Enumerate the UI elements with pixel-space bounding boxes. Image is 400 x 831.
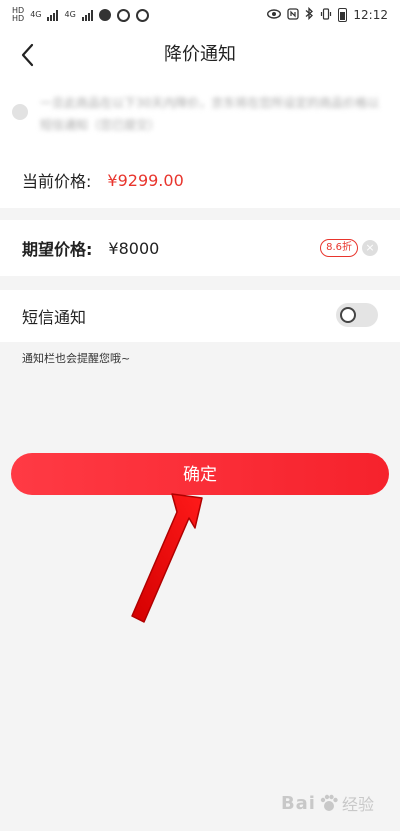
annotation-arrow-icon [131, 493, 203, 623]
clear-icon[interactable]: × [362, 240, 378, 256]
nfc-icon [287, 7, 300, 23]
app-notification-icon-3 [135, 8, 149, 22]
status-right: 12:12 [267, 6, 388, 23]
app-notification-icon-2 [116, 8, 130, 22]
paw-icon [320, 794, 338, 811]
info-icon [12, 104, 28, 120]
current-price-value: ¥9299.00 [107, 170, 184, 190]
watermark-brand: Bai [280, 792, 316, 814]
sms-notification-row: 短信通知 [0, 290, 400, 342]
network-label-1: 4G [30, 10, 42, 19]
confirm-button[interactable]: 确定 [11, 453, 389, 495]
watermark-suffix: 经验 [341, 795, 374, 814]
back-button[interactable] [14, 38, 48, 72]
vibrate-icon [320, 7, 332, 23]
notice-banner: 一旦此商品在以下30天内降价，京东将在您所设定的商品价格以短信通知（您已提交） [0, 80, 400, 152]
signal-icon-1 [47, 9, 59, 21]
sms-notification-label: 短信通知 [22, 308, 87, 327]
watermark: Bai 经验 [281, 791, 374, 815]
expected-price-row: 期望价格: ¥8000 8.6折 × [0, 220, 400, 276]
bluetooth-icon [305, 6, 314, 23]
current-price-row: 当前价格: ¥9299.00 [0, 152, 400, 208]
signal-icon-2 [81, 9, 93, 21]
sms-toggle[interactable] [336, 303, 378, 327]
app-notification-icon [98, 9, 111, 21]
network-label-2: 4G [64, 10, 76, 19]
status-bar: HD HD 4G 4G 12:12 [0, 0, 400, 30]
battery-icon [338, 8, 348, 22]
status-time: 12:12 [353, 8, 388, 22]
nav-bar: 降价通知 [0, 30, 400, 80]
current-price-label: 当前价格: [22, 172, 92, 191]
toggle-knob [340, 307, 356, 323]
discount-badge: 8.6折 [320, 239, 358, 257]
eye-icon [267, 8, 282, 22]
hd-icon: HD HD [12, 6, 25, 23]
expected-price-label: 期望价格: [22, 240, 93, 259]
hint-text: 通知栏也会提醒您哦~ [22, 352, 131, 365]
notice-text: 一旦此商品在以下30天内降价，京东将在您所设定的商品价格以短信通知（您已提交） [40, 96, 380, 132]
expected-price-input[interactable]: ¥8000 [108, 239, 159, 258]
page-title: 降价通知 [164, 44, 236, 65]
status-left: HD HD 4G 4G [12, 7, 149, 23]
chevron-left-icon [21, 43, 34, 67]
